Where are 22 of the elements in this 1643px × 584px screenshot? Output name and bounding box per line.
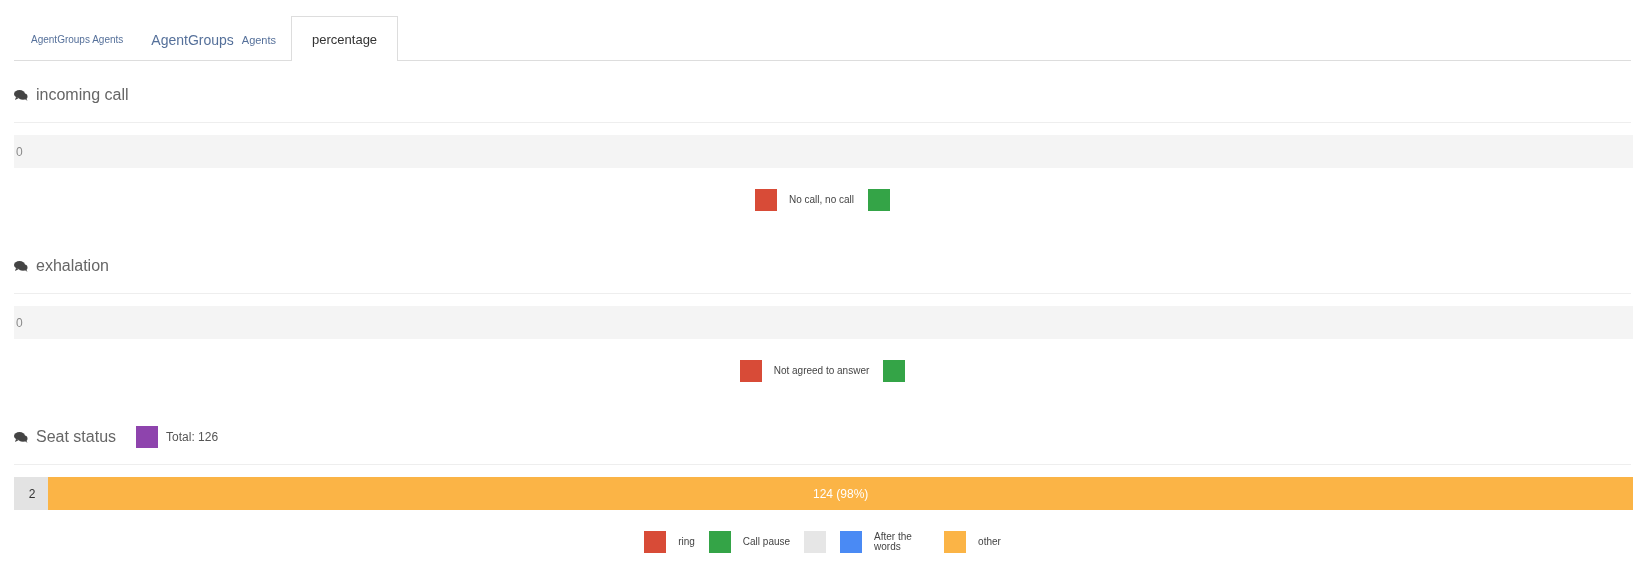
section-title: exhalation <box>36 256 109 275</box>
chat-icon <box>14 430 28 443</box>
legend-label: Call pause <box>742 537 791 547</box>
section-title: Seat status <box>36 427 117 446</box>
chat-icon <box>14 88 28 101</box>
legend-label: No call, no call <box>789 195 854 205</box>
tab[interactable]: percentage <box>291 16 399 61</box>
tab[interactable]: AgentGroups Agents <box>136 17 292 61</box>
tab-label[interactable]: AgentGroups <box>151 31 234 48</box>
tab[interactable]: AgentGroups Agents <box>14 17 137 61</box>
tab-sublabel[interactable]: Agents <box>241 33 277 46</box>
legend-label: other <box>978 537 1001 547</box>
chat-icon <box>14 259 28 272</box>
bar-segment: 0 <box>14 306 1633 339</box>
total-count: Total: 126 <box>166 429 219 444</box>
section-title: incoming call <box>36 85 129 104</box>
bar-segment: 0 <box>14 135 1633 168</box>
bar-segment: 124 (98%) <box>48 477 1633 510</box>
bar-segment: 2 <box>14 477 49 510</box>
legend-label: Not agreed to answer <box>773 366 870 376</box>
legend-label: ring <box>678 537 695 547</box>
legend-label: After the words <box>874 532 913 552</box>
